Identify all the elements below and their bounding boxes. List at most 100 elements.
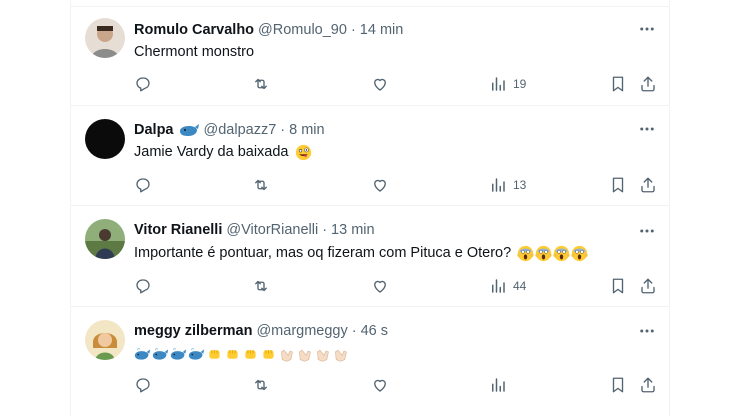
separator-dot: · [322,222,328,238]
whale-emoji [152,347,169,360]
whale-emoji [170,347,187,360]
like-button[interactable] [371,73,389,95]
like-icon [374,179,386,192]
more-horizontal-icon[interactable] [637,19,657,39]
timestamp[interactable]: 14 min [360,22,404,38]
clap-emoji [317,349,329,362]
like-button[interactable] [371,275,389,297]
like-icon [374,280,386,293]
scream-face-emoji [535,245,552,261]
more-horizontal-icon[interactable] [637,119,657,139]
views-button[interactable]: 13 [489,174,526,196]
bookmark-icon [612,377,624,393]
tweet-2[interactable]: Dalpa @dalpazz7 · 8 min Jamie Vardy da b… [71,107,669,206]
like-icon [374,78,386,91]
share-icon [641,278,655,294]
share-button[interactable] [639,174,657,196]
share-icon [641,76,655,92]
clap-emoji [299,349,311,362]
views-count: 44 [513,279,527,293]
retweet-button[interactable] [252,275,270,297]
share-icon [641,377,655,393]
views-count: 19 [513,77,527,91]
views-button[interactable]: 19 [489,73,526,95]
reply-button[interactable] [134,275,152,297]
views-icon [492,178,505,192]
retweet-icon [255,280,267,292]
retweet-button[interactable] [252,374,270,396]
reply-icon [136,279,150,294]
scream-face-emoji [571,245,588,261]
like-button[interactable] [371,374,389,396]
like-button[interactable] [371,174,389,196]
views-button[interactable] [489,374,507,396]
display-name[interactable]: meggy zilberman [134,323,252,339]
scream-face-emoji [517,245,534,261]
action-bar [134,374,659,396]
scream-face-emoji [553,245,570,261]
bookmark-button[interactable] [609,374,627,396]
avatar[interactable] [85,320,125,360]
bookmark-icon [612,177,624,193]
user-handle[interactable]: @dalpazz7 [204,122,277,138]
tweet-text: Chermont monstro [134,42,254,62]
emoji-row [517,245,588,262]
share-button[interactable] [639,374,657,396]
user-handle[interactable]: @Romulo_90 [258,22,347,38]
retweet-icon [255,379,267,391]
retweet-icon [255,179,267,191]
timestamp[interactable]: 13 min [331,222,375,238]
tweet-text: Importante é pontuar, mas oq fizeram com… [134,243,588,263]
more-horizontal-icon[interactable] [637,221,657,241]
share-button[interactable] [639,275,657,297]
zany-face-emoji [295,144,311,160]
views-icon [492,378,505,392]
reply-button[interactable] [134,174,152,196]
tweet-1[interactable]: Romulo Carvalho @Romulo_90 · 14 min Cher… [71,7,669,106]
retweet-button[interactable] [252,174,270,196]
more-horizontal-icon[interactable] [637,321,657,341]
reply-icon [136,178,150,193]
display-name[interactable]: Romulo Carvalho [134,22,254,38]
display-name[interactable]: Dalpa [134,122,174,138]
action-bar: 13 [134,174,659,196]
user-handle[interactable]: @VitorRianelli [226,222,318,238]
views-icon [492,77,505,91]
tweet-text: Jamie Vardy da baixada [134,142,312,162]
views-count: 13 [513,178,527,192]
fist-emoji [209,349,220,359]
tweet-text-content: Jamie Vardy da baixada [134,144,289,160]
timestamp[interactable]: 46 s [361,323,388,339]
clap-emoji [335,349,347,362]
tweet-4[interactable]: meggy zilberman @margmeggy · 46 s [71,308,669,416]
timestamp[interactable]: 8 min [289,122,324,138]
emoji-row [295,144,312,161]
bookmark-button[interactable] [609,275,627,297]
reply-button[interactable] [134,374,152,396]
reply-button[interactable] [134,73,152,95]
emoji-row [134,346,349,363]
fist-emoji [245,349,256,359]
user-handle[interactable]: @margmeggy [256,323,347,339]
avatar[interactable] [85,219,125,259]
action-bar: 44 [134,275,659,297]
tweet-text-content: Chermont monstro [134,44,255,60]
fist-emoji [263,349,274,359]
retweet-icon [255,78,267,90]
bookmark-button[interactable] [609,73,627,95]
whale-emoji [178,122,200,138]
reply-icon [136,378,150,393]
tweet-text [134,344,349,364]
share-icon [641,177,655,193]
display-name[interactable]: Vitor Rianelli [134,222,222,238]
avatar[interactable] [85,119,125,159]
avatar[interactable] [85,18,125,58]
views-button[interactable]: 44 [489,275,526,297]
bookmark-button[interactable] [609,174,627,196]
retweet-button[interactable] [252,73,270,95]
tweet-3[interactable]: Vitor Rianelli @VitorRianelli · 13 min I… [71,207,669,307]
timeline-feed: Romulo Carvalho @Romulo_90 · 14 min Cher… [70,0,670,416]
share-button[interactable] [639,73,657,95]
bookmark-icon [612,278,624,294]
separator-dot: · [351,323,357,339]
